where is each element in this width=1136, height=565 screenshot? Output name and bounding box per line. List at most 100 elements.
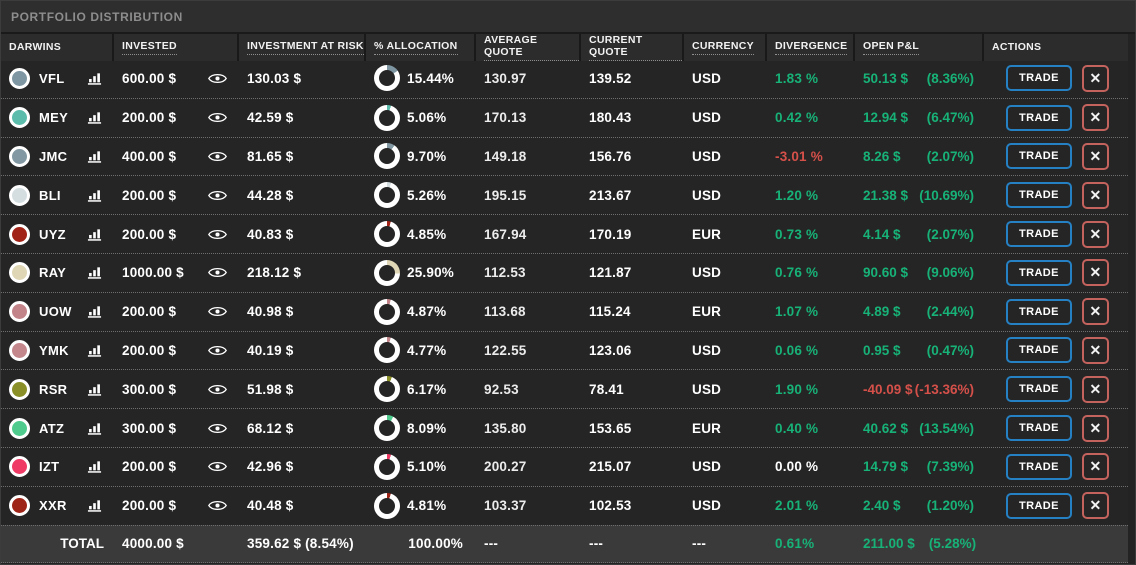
darwin-symbol: RAY [39, 265, 66, 280]
x-icon[interactable]: ✕ [1082, 65, 1109, 92]
divergence-cell: 1.20 % [767, 176, 855, 214]
eye-icon[interactable] [208, 189, 227, 202]
table-header: DARWINS INVESTED INVESTMENT AT RISK % AL… [1, 34, 1128, 59]
x-icon[interactable]: ✕ [1082, 337, 1109, 364]
eye-icon[interactable] [208, 344, 227, 357]
trade-button[interactable]: TRADE [1006, 337, 1072, 363]
column-header-open-pnl[interactable]: OPEN P&L [855, 34, 984, 61]
divergence-cell: 0.00 % [767, 448, 855, 486]
current-quote-cell: 170.19 [581, 215, 684, 253]
trade-button[interactable]: TRADE [1006, 415, 1072, 441]
bar-chart-icon[interactable] [87, 71, 102, 86]
divergence-cell: 0.73 % [767, 215, 855, 253]
eye-icon[interactable] [208, 422, 227, 435]
darwin-cell: JMC [1, 138, 114, 176]
allocation-donut [374, 415, 400, 441]
current-quote-value: 170.19 [589, 227, 632, 242]
divergence-value: 1.20 % [775, 188, 818, 203]
open-pnl-cell: 50.13 $ (8.36%) [855, 59, 984, 98]
column-header-divergence[interactable]: DIVERGENCE [767, 34, 855, 61]
average-quote-value: 112.53 [484, 265, 526, 280]
x-icon[interactable]: ✕ [1082, 453, 1109, 480]
bar-chart-icon[interactable] [87, 498, 102, 513]
trade-button[interactable]: TRADE [1006, 454, 1072, 480]
trade-button[interactable]: TRADE [1006, 221, 1072, 247]
currency-cell: USD [684, 254, 767, 292]
eye-icon[interactable] [208, 499, 227, 512]
invested-cell: 300.00 $ [114, 370, 239, 408]
eye-icon[interactable] [208, 383, 227, 396]
x-icon[interactable]: ✕ [1082, 182, 1109, 209]
eye-icon[interactable] [208, 460, 227, 473]
darwin-symbol: MEY [39, 110, 68, 125]
trade-button[interactable]: TRADE [1006, 376, 1072, 402]
divergence-cell: 1.83 % [767, 59, 855, 98]
x-icon[interactable]: ✕ [1082, 415, 1109, 442]
invested-value: 200.00 $ [122, 110, 176, 125]
column-header-invested[interactable]: INVESTED [114, 34, 239, 61]
x-icon[interactable]: ✕ [1082, 492, 1109, 519]
eye-icon[interactable] [208, 266, 227, 279]
trade-button[interactable]: TRADE [1006, 65, 1072, 91]
bar-chart-icon[interactable] [87, 343, 102, 358]
invested-value: 200.00 $ [122, 459, 176, 474]
open-pnl-cell: 4.14 $ (2.07%) [855, 215, 984, 253]
eye-icon[interactable] [208, 111, 227, 124]
risk-cell: 218.12 $ [239, 254, 366, 292]
divergence-value: 0.06 % [775, 343, 818, 358]
eye-icon[interactable] [208, 305, 227, 318]
allocation-cell: 4.85% [366, 215, 476, 253]
currency-cell: USD [684, 99, 767, 137]
bar-chart-icon[interactable] [87, 421, 102, 436]
average-quote-cell: 135.80 [476, 409, 581, 447]
allocation-value: 9.70% [407, 149, 446, 164]
column-header-currency[interactable]: CURRENCY [684, 34, 767, 61]
x-icon[interactable]: ✕ [1082, 376, 1109, 403]
table-body: VFL 600.00 $ 130.03 $ 15.44% 130.97 [1, 59, 1135, 525]
x-icon[interactable]: ✕ [1082, 104, 1109, 131]
trade-button[interactable]: TRADE [1006, 299, 1072, 325]
invested-cell: 200.00 $ [114, 487, 239, 525]
actions-cell: TRADE ✕ [984, 215, 1128, 253]
currency-cell: EUR [684, 215, 767, 253]
bar-chart-icon[interactable] [87, 149, 102, 164]
eye-icon[interactable] [208, 150, 227, 163]
trade-button[interactable]: TRADE [1006, 493, 1072, 519]
x-icon[interactable]: ✕ [1082, 259, 1109, 286]
pnl-amount: 21.38 $ [863, 188, 908, 203]
pnl-amount: 12.94 $ [863, 110, 908, 125]
total-average-quote: --- [484, 536, 498, 551]
x-icon[interactable]: ✕ [1082, 298, 1109, 325]
column-header-allocation[interactable]: % ALLOCATION [366, 34, 476, 61]
column-header-avg-quote[interactable]: AVERAGE QUOTE [476, 34, 581, 61]
bar-chart-icon[interactable] [87, 382, 102, 397]
darwin-avatar [9, 107, 30, 128]
trade-button[interactable]: TRADE [1006, 260, 1072, 286]
bar-chart-icon[interactable] [87, 459, 102, 474]
total-allocation-cell: 100.00% [366, 526, 476, 562]
trade-button[interactable]: TRADE [1006, 182, 1072, 208]
current-quote-cell: 213.67 [581, 176, 684, 214]
open-pnl-cell: 8.26 $ (2.07%) [855, 138, 984, 176]
eye-icon[interactable] [208, 228, 227, 241]
bar-chart-icon[interactable] [87, 110, 102, 125]
total-currency: --- [692, 536, 706, 551]
column-header-current-quote[interactable]: CURRENT QUOTE [581, 34, 684, 61]
trade-button[interactable]: TRADE [1006, 143, 1072, 169]
bar-chart-icon[interactable] [87, 265, 102, 280]
x-icon[interactable]: ✕ [1082, 221, 1109, 248]
table-row: ATZ 300.00 $ 68.12 $ 8.09% 135.80 [1, 408, 1128, 447]
eye-icon[interactable] [208, 72, 227, 85]
average-quote-value: 195.15 [484, 188, 527, 203]
column-header-risk[interactable]: INVESTMENT AT RISK [239, 34, 366, 61]
x-icon[interactable]: ✕ [1082, 143, 1109, 170]
trade-button[interactable]: TRADE [1006, 105, 1072, 131]
invested-value: 200.00 $ [122, 227, 176, 242]
currency-cell: USD [684, 59, 767, 98]
currency-cell: USD [684, 370, 767, 408]
table-row: YMK 200.00 $ 40.19 $ 4.77% 122.55 [1, 331, 1128, 370]
allocation-cell: 8.09% [366, 409, 476, 447]
bar-chart-icon[interactable] [87, 227, 102, 242]
bar-chart-icon[interactable] [87, 188, 102, 203]
bar-chart-icon[interactable] [87, 304, 102, 319]
